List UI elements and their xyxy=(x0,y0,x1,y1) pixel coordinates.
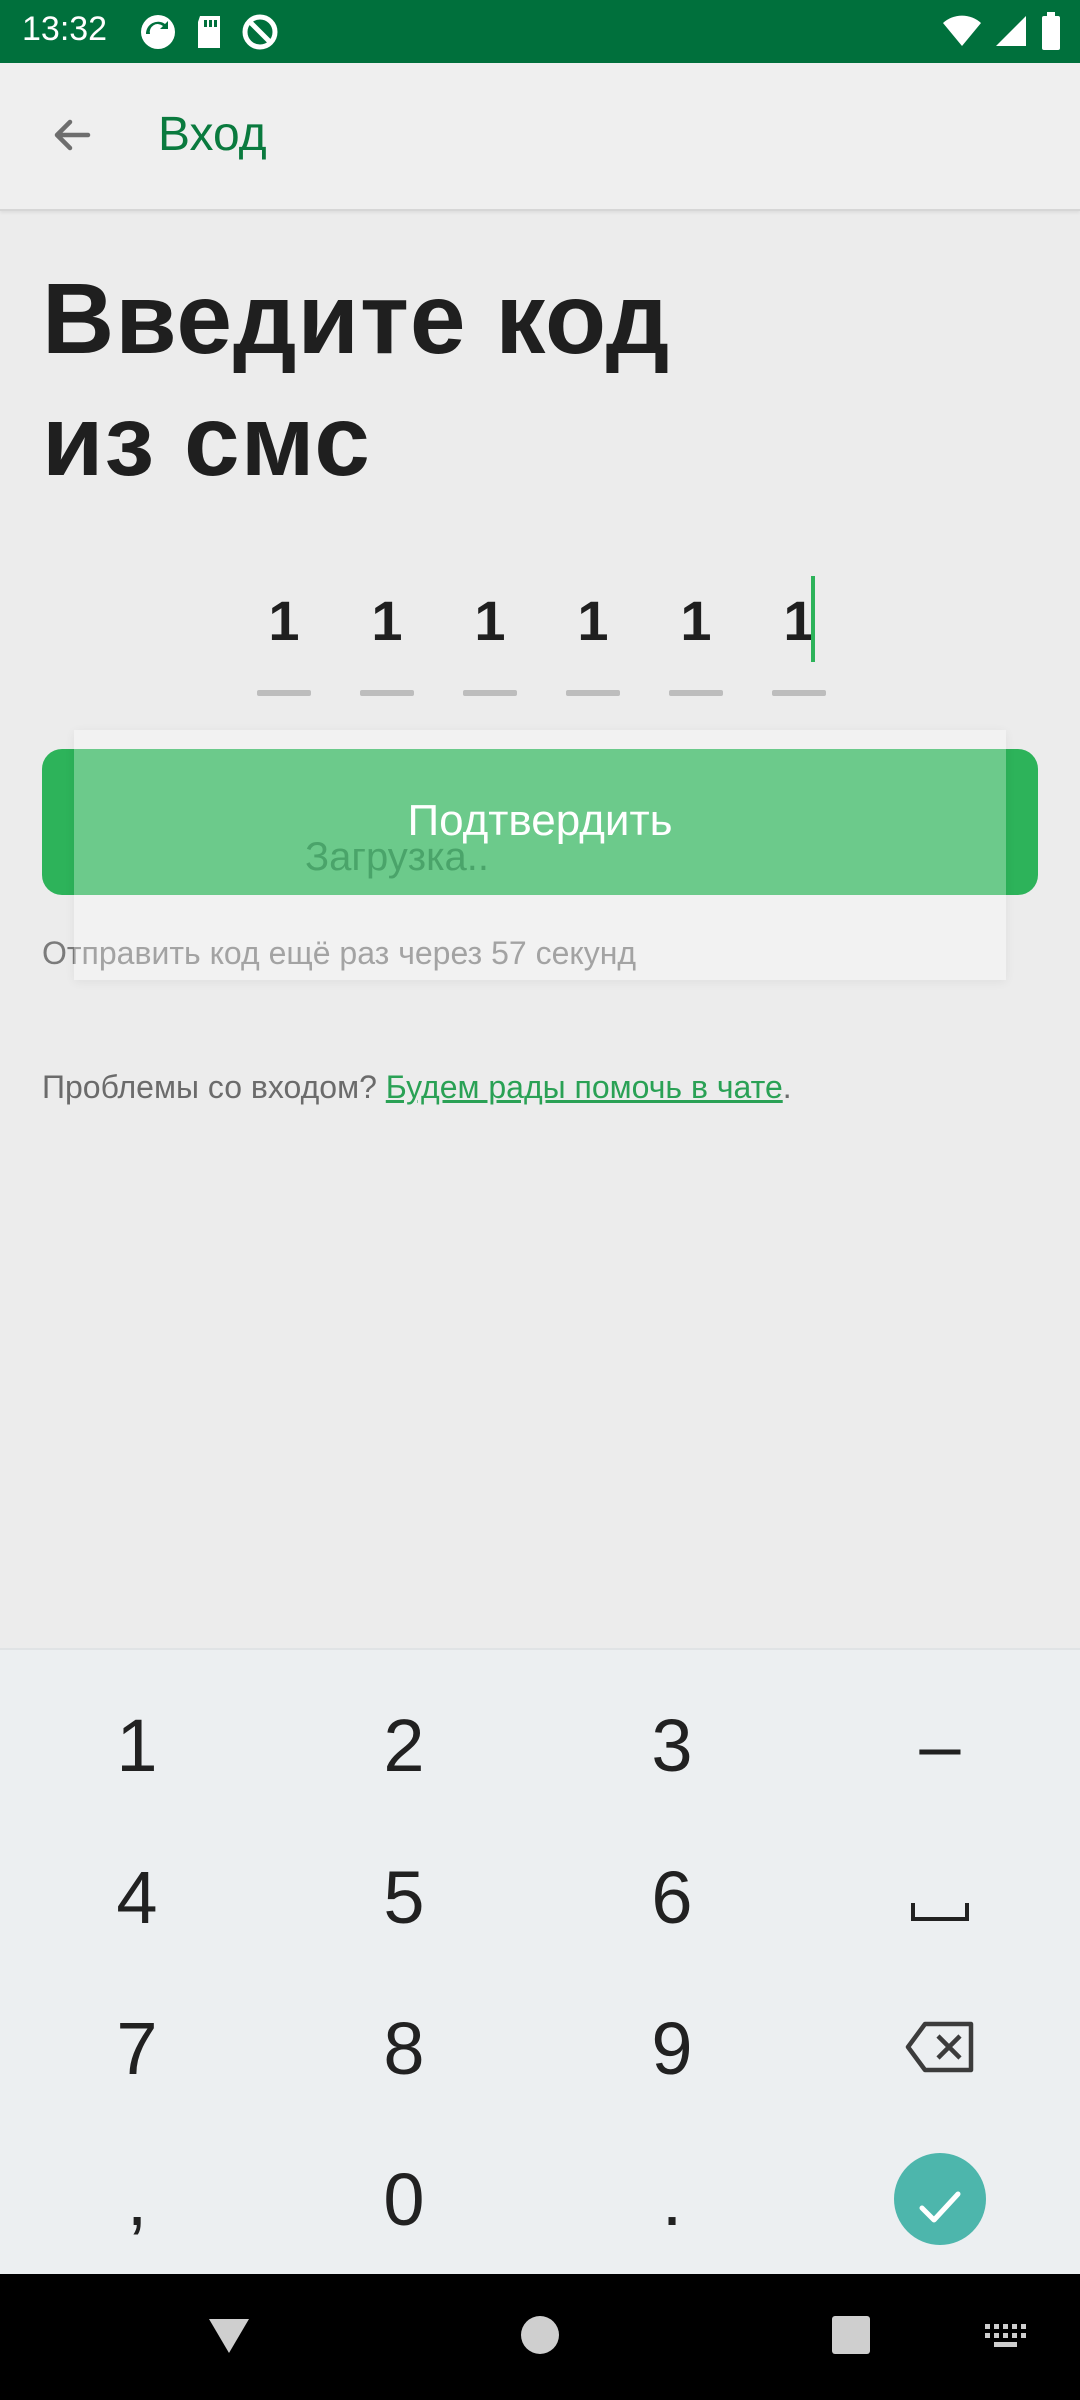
key-4[interactable]: 4 xyxy=(3,1822,271,1972)
status-time: 13:32 xyxy=(22,10,108,48)
heading-line-1: Введите код xyxy=(42,263,671,375)
key-backspace[interactable] xyxy=(806,1973,1074,2123)
sms-heading: Введите код из смс xyxy=(42,258,942,502)
code-digit[interactable]: 1 xyxy=(772,580,826,700)
code-digit[interactable]: 1 xyxy=(360,580,414,700)
app-bar: Вход xyxy=(0,63,1080,211)
enter-button[interactable] xyxy=(894,2153,986,2245)
keyboard-switch-button[interactable] xyxy=(974,2304,1040,2370)
key-9[interactable]: 9 xyxy=(538,1973,806,2123)
numeric-keyboard: 1 2 3 – 4 5 6 7 8 9 , 0 . xyxy=(0,1648,1080,2276)
nav-recents-button[interactable] xyxy=(818,2304,884,2370)
page-title: Вход xyxy=(158,108,267,161)
back-button[interactable] xyxy=(36,101,108,173)
key-minus[interactable]: – xyxy=(806,1670,1074,1820)
sms-code-input[interactable]: 1 1 1 1 1 1 xyxy=(257,580,826,700)
code-digit[interactable]: 1 xyxy=(463,580,517,700)
key-enter[interactable] xyxy=(806,2124,1074,2274)
code-digit-value: 1 xyxy=(680,589,712,652)
code-digit-value: 1 xyxy=(268,589,300,652)
sd-card-icon xyxy=(192,12,226,57)
sync-icon xyxy=(138,12,178,57)
loading-overlay xyxy=(74,730,1006,980)
key-1[interactable]: 1 xyxy=(3,1670,271,1820)
wifi-icon xyxy=(942,14,982,53)
loading-text: Загрузка.. xyxy=(305,835,489,879)
key-6[interactable]: 6 xyxy=(538,1822,806,1972)
digit-underline xyxy=(566,690,620,696)
key-7[interactable]: 7 xyxy=(3,1973,271,2123)
text-cursor xyxy=(811,576,815,662)
triangle-down-icon xyxy=(207,2315,251,2360)
digit-underline xyxy=(463,690,517,696)
digit-underline xyxy=(772,690,826,696)
key-2[interactable]: 2 xyxy=(270,1670,538,1820)
digit-underline xyxy=(360,690,414,696)
backspace-icon xyxy=(905,2006,975,2091)
key-3[interactable]: 3 xyxy=(538,1670,806,1820)
key-comma[interactable]: , xyxy=(3,2124,271,2274)
signal-icon xyxy=(994,14,1028,53)
code-digit[interactable]: 1 xyxy=(669,580,723,700)
digit-underline xyxy=(257,690,311,696)
chat-help-link[interactable]: Будем рады помочь в чате xyxy=(386,1069,783,1105)
help-suffix: . xyxy=(782,1069,792,1105)
code-digit[interactable]: 1 xyxy=(257,580,311,700)
circle-home-icon xyxy=(519,2314,561,2361)
heading-line-2: из смс xyxy=(42,385,371,497)
help-prefix: Проблемы со входом? xyxy=(42,1069,386,1105)
nav-back-button[interactable] xyxy=(196,2304,262,2370)
system-nav-bar xyxy=(0,2274,1080,2400)
arrow-left-icon xyxy=(48,111,96,164)
space-icon xyxy=(910,1855,970,1940)
key-8[interactable]: 8 xyxy=(270,1973,538,2123)
keyboard-icon xyxy=(983,2320,1031,2355)
code-digit-value: 1 xyxy=(577,589,609,652)
nav-home-button[interactable] xyxy=(507,2304,573,2370)
no-disturb-icon xyxy=(240,12,280,57)
status-bar: 13:32 xyxy=(0,0,1080,63)
key-space[interactable] xyxy=(806,1822,1074,1972)
code-digit[interactable]: 1 xyxy=(566,580,620,700)
key-0[interactable]: 0 xyxy=(270,2124,538,2274)
code-digit-value: 1 xyxy=(783,589,815,652)
key-5[interactable]: 5 xyxy=(270,1822,538,1972)
square-recents-icon xyxy=(830,2314,872,2361)
key-period[interactable]: . xyxy=(538,2124,806,2274)
code-digit-value: 1 xyxy=(474,589,506,652)
code-digit-value: 1 xyxy=(371,589,403,652)
help-text: Проблемы со входом? Будем рады помочь в … xyxy=(42,1069,792,1106)
digit-underline xyxy=(669,690,723,696)
battery-icon xyxy=(1040,12,1062,55)
check-icon xyxy=(918,2157,962,2242)
